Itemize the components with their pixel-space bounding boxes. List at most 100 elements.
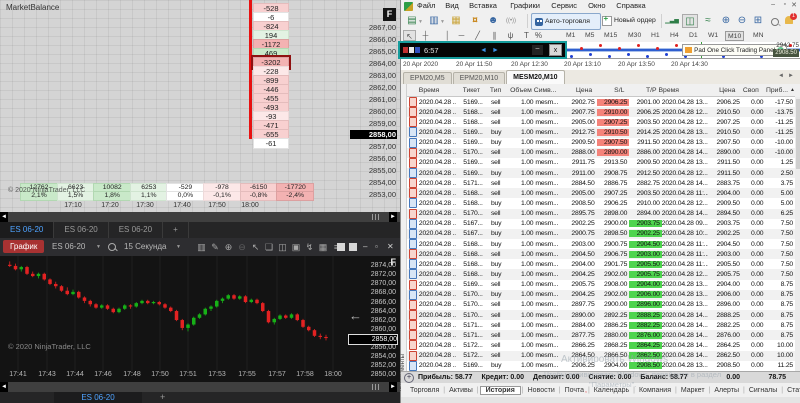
column-header[interactable]: Время [659,87,705,94]
table-row[interactable]: 2020.04.28 .. 5168... sell 1.00 mesm... 2905.… [407,188,795,199]
mini-player-window[interactable]: 6:57 ◄ ► – x [398,41,567,59]
toolbox-tab-история[interactable]: История [479,385,521,395]
cursor-tool-icon[interactable]: ↖ [403,30,416,41]
interval-selector[interactable]: 15 Секунда [124,242,166,251]
table-row[interactable]: 2020.04.28 .. 5168... sell 1.00 mesm... 2904.… [407,249,795,260]
tabs-scroll-right-icon[interactable]: ► [788,73,794,79]
candlestick-chart-icon[interactable]: ◫ [682,14,698,28]
toolbox-tab-активы[interactable]: Активы [446,387,476,394]
table-vertical-scrollbar[interactable] [795,97,800,371]
table-row[interactable]: 2020.04.28 .. 5170... sell 1.00 mesm... 2890.… [407,309,795,321]
column-header[interactable]: Своп [737,87,760,94]
table-row[interactable]: 2020.04.28 .. 5170... buy 1.00 mesm... 2904.2… [407,289,795,300]
table-row[interactable]: 2020.04.28 .. 5172... sell 1.00 mesm... 2866.… [407,340,795,351]
indicators-icon[interactable]: ↯ [303,240,316,254]
table-row[interactable]: 2020.04.28 .. 5167... buy 1.00 mesm... 2902.2… [407,218,795,229]
minimize-button[interactable]: – [363,242,367,252]
toolbox-tab-сигналы[interactable]: Сигналы [746,387,780,394]
line-chart-icon[interactable]: ≈ [700,14,716,28]
minimize-button[interactable]: – [771,1,775,8]
back-arrow-icon[interactable]: ← [349,308,362,323]
snapshot-icon[interactable]: ▣ [290,240,303,254]
tab-es-06-20[interactable]: ES 06-20 [0,222,55,238]
scroll-left-icon[interactable]: ◄ [0,212,8,222]
tile-windows-icon[interactable]: ⊞ [750,14,766,28]
chart-tab-epm20-m10[interactable]: EPM20,M10 [452,72,506,84]
table-row[interactable]: 2020.04.28 .. 5172... sell 1.00 mesm... 2864.… [407,350,795,361]
search-icon[interactable] [771,18,779,26]
table-row[interactable]: 2020.04.28 .. 5170... sell 1.00 mesm... 2897.… [407,299,795,310]
grid-icon[interactable]: ▦ [317,240,330,254]
chart-tab-epm20-m5[interactable]: EPM20,M5 [403,72,452,84]
minimize-button[interactable]: – [532,45,543,55]
table-row[interactable]: 2020.04.28 .. 5171... sell 1.00 mesm... 2877.… [407,330,795,341]
column-header[interactable]: S/L [594,87,626,94]
menu-item-сервис[interactable]: Сервис [551,1,577,10]
sort-ascending-icon[interactable]: ▲ [790,87,795,93]
menu-item-файл[interactable]: Файл [417,1,435,10]
signal-icon[interactable]: ((•)) [501,14,521,28]
new-order-button[interactable]: Новый ордер [599,13,661,28]
menu-item-вставка[interactable]: Вставка [469,1,497,10]
timeframe-w1[interactable]: W1 [706,31,720,41]
panels-icon[interactable]: ◫ [276,240,289,254]
timeframe-h4[interactable]: H4 [668,31,681,41]
chevron-down-icon[interactable]: ▼ [418,19,423,25]
table-row[interactable]: 2020.04.28 .. 5168... buy 1.00 mesm... 2904.0… [407,259,795,270]
notification-bell-icon[interactable]: 1 [785,13,797,24]
tab-es-06-20[interactable]: ES 06-20 [54,222,109,238]
tab-es-06-20[interactable]: ES 06-20 [109,222,164,238]
table-row[interactable]: 2020.04.28 .. 5168... sell 1.00 mesm... 2905.… [407,117,795,128]
menu-item-графики[interactable]: Графики [510,1,540,10]
table-row[interactable]: 2020.04.28 .. 5171... sell 1.00 mesm... 2884.… [407,320,795,331]
column-header[interactable]: Приб... [761,87,790,94]
focus-button[interactable]: F [383,8,396,21]
table-row[interactable]: 2020.04.28 .. 5168... buy 1.00 mesm... 2903.0… [407,239,795,250]
next-icon[interactable]: ► [492,47,499,54]
column-header[interactable]: Тикет [463,87,490,94]
timeframe-m10[interactable]: M10 [725,30,745,41]
horizontal-scrollbar[interactable]: ◄ ► [0,212,400,222]
search-icon[interactable] [108,243,116,251]
zoom-out-icon[interactable]: ⊖ [236,240,249,254]
tabs-scroll-left-icon[interactable]: ◄ [778,73,784,79]
scrollbar-grip[interactable] [372,214,381,220]
vertical-line-tool-icon[interactable]: │ [441,30,454,41]
add-tab-button[interactable]: + [163,222,189,238]
toolbox-tab-новости[interactable]: Новости [525,387,558,394]
maximize-button[interactable]: ▫ [375,242,378,252]
chevron-down-icon[interactable]: ▼ [176,244,181,250]
previous-icon[interactable]: ◄ [480,47,487,54]
draw-tool-icon[interactable]: ✎ [209,240,222,254]
chart-horizontal-scrollbar[interactable]: ◄ ► [0,382,400,392]
timeframe-m30[interactable]: M30 [626,31,643,41]
timeframe-d1[interactable]: D1 [687,31,700,41]
community-icon[interactable]: ☻ [485,14,501,28]
crosshair-tool-icon[interactable]: ┼ [419,30,432,41]
instrument-selector[interactable]: ES 06-20 [52,242,85,251]
timeframe-m15[interactable]: M15 [602,31,619,41]
column-header[interactable]: Тип [490,87,509,94]
table-row[interactable]: 2020.04.28 .. 5169... buy 1.00 mesm... 2909.5… [407,137,795,148]
menu-item-вид[interactable]: Вид [445,1,459,10]
close-button[interactable]: ✕ [791,1,797,9]
toolbox-tab-торговля[interactable]: Торговля [407,387,442,394]
table-row[interactable]: 2020.04.28 .. 5169... sell 1.00 mesm... 2902.… [407,97,795,108]
pitchfork-tool-icon[interactable]: ψ [504,30,517,41]
cursor-icon[interactable]: ↖ [249,240,262,254]
column-header[interactable]: Цена [561,87,594,94]
scroll-left-icon[interactable]: ◄ [0,382,8,392]
toolbox-tab-статьи[interactable]: Статьи [784,387,800,394]
trendline-tool-icon[interactable]: ╱ [471,30,484,41]
close-button[interactable]: ✕ [387,242,394,252]
column-header[interactable]: T/P [626,87,658,94]
candlestick-chart[interactable]: 2874,00 2872,00 2870,00 2868,00 2866,00 2864,… [0,256,400,382]
timeframe-m5[interactable]: M5 [583,31,596,41]
scroll-right-icon[interactable]: ► [389,212,397,222]
add-tab-button[interactable]: + [160,392,165,403]
table-row[interactable]: 2020.04.28 .. 5169... buy 1.00 mesm... 2912.7… [407,127,795,138]
market-watch-icon[interactable]: ▦ [448,14,464,28]
expand-summary-icon[interactable]: + [404,372,414,383]
scroll-right-icon[interactable]: ► [389,382,397,392]
table-row[interactable]: 2020.04.28 .. 5169... buy 1.00 mesm... 2906.2… [407,360,795,371]
